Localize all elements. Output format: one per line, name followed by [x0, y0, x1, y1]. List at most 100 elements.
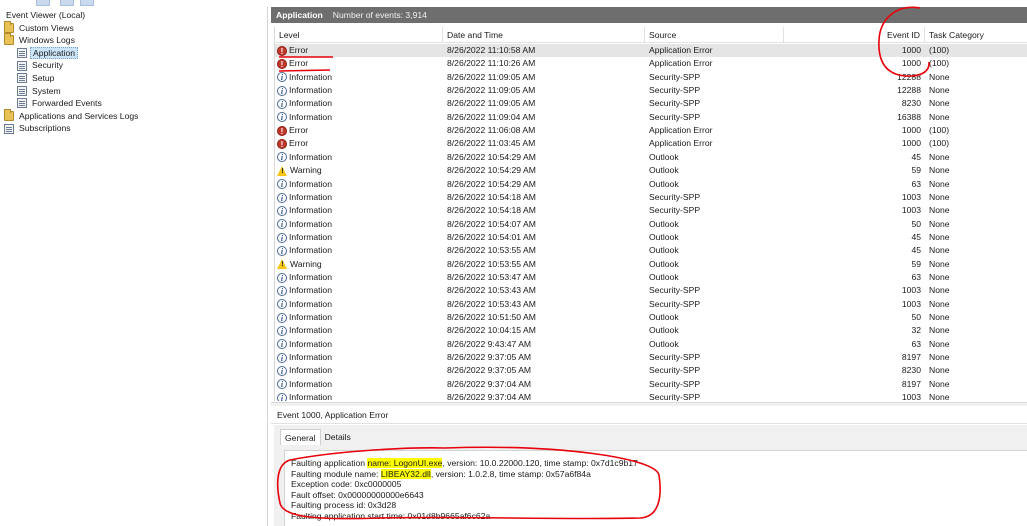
table-row[interactable]: i Information 8/26/2022 11:09:05 AM Securit… — [275, 71, 1027, 84]
tree-item-custom-views[interactable]: Custom Views — [4, 20, 76, 35]
tree-item-label: Windows Logs — [19, 35, 75, 46]
tree-item-label: Setup — [32, 73, 55, 83]
table-row[interactable]: i Information 8/26/2022 11:09:05 AM Securit… — [275, 84, 1027, 97]
table-row[interactable]: i Information 8/26/2022 9:37:04 AM Security… — [275, 378, 1027, 391]
table-row[interactable]: i Information 8/26/2022 10:54:29 AM Outlook… — [275, 178, 1027, 191]
table-row[interactable]: ! Error 8/26/2022 11:10:58 AM Application E… — [275, 44, 1027, 58]
cell-level: i Information — [277, 364, 442, 377]
cell-level: i Information — [277, 244, 442, 257]
column-header-task-category[interactable]: Task Category — [925, 27, 1027, 43]
cell-source: Security-SPP — [649, 71, 701, 82]
cell-event-id: 59 — [911, 258, 921, 269]
cell-level: i Information — [277, 218, 442, 231]
table-row[interactable]: i Information 8/26/2022 10:53:43 AM Securit… — [275, 284, 1027, 297]
table-row[interactable]: Warning 8/26/2022 10:54:29 AM Outlook 59 Non… — [275, 164, 1027, 177]
info-icon: i — [277, 219, 287, 230]
cell-task-category: None — [929, 352, 950, 363]
cell-task-category: None — [929, 178, 950, 189]
cell-source: Outlook — [649, 178, 679, 189]
detail-title: Event 1000, Application Error — [271, 406, 1027, 424]
tab-details[interactable]: Details — [321, 429, 355, 445]
table-row[interactable]: i Information 8/26/2022 11:09:04 AM Securit… — [275, 111, 1027, 124]
column-header-level[interactable]: Level — [275, 27, 443, 43]
level-text: Information — [289, 392, 332, 401]
tree-item-windows-logs[interactable]: Windows Logs — [4, 33, 77, 47]
detail-body[interactable]: Faulting application name: LogonUI.exe, … — [284, 450, 1027, 526]
tree-item-system[interactable]: System — [17, 85, 63, 98]
table-row[interactable]: ! Error 8/26/2022 11:10:26 AM Application E… — [275, 57, 1027, 70]
table-row[interactable]: i Information 8/26/2022 10:54:29 AM Outlook… — [275, 151, 1027, 164]
table-row[interactable]: i Information 8/26/2022 10:54:18 AM Securit… — [275, 204, 1027, 217]
info-icon: i — [277, 285, 287, 296]
table-row[interactable]: i Information 8/26/2022 10:54:07 AM Outlook… — [275, 218, 1027, 231]
tab-general[interactable]: General — [280, 429, 321, 445]
cell-task-category: (100) — [929, 45, 950, 55]
column-header-date[interactable]: Date and Time — [443, 27, 645, 43]
table-row[interactable]: i Information 8/26/2022 10:54:01 AM Outlook… — [275, 231, 1027, 244]
log-icon — [17, 48, 27, 59]
cell-event-id: 50 — [911, 218, 921, 229]
table-row[interactable]: ! Error 8/26/2022 11:06:08 AM Application E… — [275, 124, 1027, 137]
toolbar — [0, 0, 1027, 7]
up-icon[interactable] — [80, 0, 94, 6]
detail-text: , version: 10.0.22000.120, time stamp: 0… — [442, 458, 638, 468]
table-row[interactable]: i Information 8/26/2022 10:53:43 AM Securit… — [275, 298, 1027, 311]
level-text: Information — [289, 71, 332, 82]
cell-source: Outlook — [649, 245, 679, 256]
tree-item-subscriptions[interactable]: Subscriptions — [4, 122, 73, 135]
table-row[interactable]: i Information 8/26/2022 9:37:05 AM Security… — [275, 364, 1027, 377]
column-header-source[interactable]: Source — [645, 27, 784, 43]
forward-icon[interactable] — [60, 0, 74, 6]
warning-icon — [277, 259, 288, 270]
tree-item-security[interactable]: Security — [17, 59, 65, 72]
table-row[interactable]: i Information 8/26/2022 9:37:05 AM Security… — [275, 351, 1027, 364]
tree-item-event-viewer-local-[interactable]: Event Viewer (Local) — [4, 9, 87, 22]
tree-item-setup[interactable]: Setup — [17, 72, 56, 85]
cell-source: Outlook — [649, 151, 679, 162]
table-row[interactable]: i Information 8/26/2022 10:53:55 AM Outlook… — [275, 244, 1027, 257]
info-icon: i — [277, 379, 287, 390]
cell-date: 8/26/2022 10:54:18 AM — [447, 205, 536, 216]
console-tree: Event Viewer (Local) Custom Views Windows … — [0, 7, 268, 526]
log-header-bar: Application Number of events: 3,914 — [271, 7, 1027, 23]
info-icon: i — [277, 179, 287, 190]
cell-level: i Information — [277, 338, 442, 351]
cell-source: Application Error — [649, 125, 713, 136]
table-row[interactable]: ! Error 8/26/2022 11:03:45 AM Application E… — [275, 137, 1027, 150]
cell-task-category: None — [929, 111, 950, 122]
tree-item-forwarded-events[interactable]: Forwarded Events — [17, 97, 104, 110]
cell-event-id: 45 — [911, 231, 921, 242]
table-row[interactable]: i Information 8/26/2022 10:51:50 AM Outlook… — [275, 311, 1027, 324]
table-row[interactable]: i Information 8/26/2022 10:54:18 AM Securit… — [275, 191, 1027, 204]
cell-level: i Information — [277, 231, 442, 244]
event-count: Number of events: 3,914 — [332, 10, 427, 20]
tree-item-applications-and-services-logs[interactable]: Applications and Services Logs — [4, 109, 140, 123]
cell-source: Outlook — [649, 271, 679, 282]
tree-item-application[interactable]: Application — [17, 46, 79, 60]
column-header-event-id[interactable]: Event ID — [784, 27, 925, 43]
events-grid: Level Date and Time Source Event ID Task… — [274, 27, 1027, 401]
back-icon[interactable] — [36, 0, 50, 6]
table-row[interactable]: Warning 8/26/2022 10:53:55 AM Outlook 59 Non… — [275, 258, 1027, 271]
cell-level: i Information — [277, 178, 442, 191]
info-icon: i — [277, 205, 287, 216]
cell-date: 8/26/2022 10:54:18 AM — [447, 191, 536, 202]
folder-icon — [4, 33, 14, 46]
table-row[interactable]: i Information 8/26/2022 9:43:47 AM Outlook 6… — [275, 338, 1027, 351]
cell-task-category: None — [929, 298, 950, 309]
cell-date: 8/26/2022 10:53:43 AM — [447, 298, 536, 309]
table-row[interactable]: i Information 8/26/2022 10:53:47 AM Outlook… — [275, 271, 1027, 284]
info-icon: i — [277, 72, 287, 83]
cell-level: i Information — [277, 97, 442, 110]
table-row[interactable]: i Information 8/26/2022 9:37:04 AM Security… — [275, 391, 1027, 401]
detail-line: Fault offset: 0x00000000000e6643 — [291, 490, 1027, 501]
cell-event-id: 1003 — [901, 298, 921, 309]
table-row[interactable]: i Information 8/26/2022 10:04:15 AM Outlook… — [275, 324, 1027, 337]
table-row[interactable]: i Information 8/26/2022 11:09:05 AM Securit… — [275, 97, 1027, 110]
cell-event-id: 8230 — [901, 98, 921, 109]
cell-event-id: 50 — [911, 312, 921, 322]
level-text: Information — [289, 245, 332, 256]
info-icon: i — [277, 312, 287, 323]
cell-task-category: None — [929, 98, 950, 109]
cell-source: Application Error — [649, 138, 713, 149]
